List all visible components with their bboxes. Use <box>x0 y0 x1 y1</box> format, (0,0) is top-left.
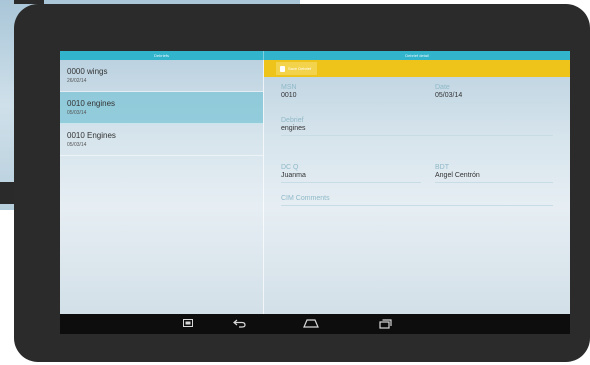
debrief-detail: Save Debrief MSN 0010 Date 05/03/14 Debr… <box>264 60 570 314</box>
cim-comments-label: CIM Comments <box>281 195 330 202</box>
msn-label: MSN <box>281 84 297 91</box>
list-item[interactable]: 0000 wings 26/02/14 <box>60 60 263 92</box>
dcq-field[interactable]: DC Q Juanma <box>281 164 421 183</box>
list-item-date: 05/03/14 <box>67 142 87 148</box>
save-debrief-button[interactable]: Save Debrief <box>276 62 318 75</box>
home-icon[interactable] <box>303 319 319 329</box>
bdt-label: BDT <box>435 164 449 171</box>
detail-pane-title: Debrief detail <box>405 53 429 58</box>
debrief-list: 0000 wings 26/02/14 0010 engines 05/03/1… <box>60 60 263 314</box>
list-item-title: 0010 Engines <box>67 131 116 140</box>
cim-comments-field[interactable]: CIM Comments <box>281 195 553 206</box>
list-item-date: 05/03/14 <box>67 110 87 116</box>
msn-underline <box>281 102 421 103</box>
list-pane-title: Debriefs <box>60 51 264 60</box>
action-bar: Save Debrief <box>264 60 570 77</box>
date-field[interactable]: Date 05/03/14 <box>435 84 553 103</box>
cim-comments-underline <box>281 205 553 206</box>
dcq-label: DC Q <box>281 164 299 171</box>
date-value: 05/03/14 <box>435 92 463 99</box>
dcq-value: Juanma <box>281 172 306 179</box>
bezel-edge <box>14 0 44 4</box>
bdt-value: Angel Centrón <box>435 172 480 179</box>
list-item[interactable]: 0010 engines 05/03/14 <box>60 92 263 124</box>
title-bar: Debriefs Debrief detail <box>60 51 570 60</box>
list-item-date: 26/02/14 <box>67 78 87 84</box>
debrief-label: Debrief <box>281 117 304 124</box>
tablet-screen: Debriefs Debrief detail 0000 wings 26/02… <box>60 51 570 334</box>
list-item[interactable]: 0010 Engines 05/03/14 <box>60 124 263 156</box>
bdt-underline <box>435 182 553 183</box>
recent-apps-icon[interactable] <box>378 319 392 329</box>
debrief-value: engines <box>281 125 306 132</box>
save-debrief-label: Save Debrief <box>288 66 312 71</box>
dcq-underline <box>281 182 421 183</box>
tablet-device: Debriefs Debrief detail 0000 wings 26/02… <box>14 4 590 362</box>
list-item-title: 0010 engines <box>67 99 116 108</box>
msn-field[interactable]: MSN 0010 <box>281 84 421 103</box>
msn-value: 0010 <box>281 92 297 99</box>
save-icon <box>280 65 285 72</box>
debrief-field[interactable]: Debrief engines <box>281 117 553 136</box>
date-underline <box>435 102 553 103</box>
debrief-underline <box>281 135 553 136</box>
navigation-bar <box>60 314 570 334</box>
back-icon[interactable] <box>232 319 246 329</box>
list-item-title: 0000 wings <box>67 67 108 76</box>
bdt-field[interactable]: BDT Angel Centrón <box>435 164 553 183</box>
screenshot-icon[interactable] <box>181 319 195 329</box>
date-label: Date <box>435 84 450 91</box>
